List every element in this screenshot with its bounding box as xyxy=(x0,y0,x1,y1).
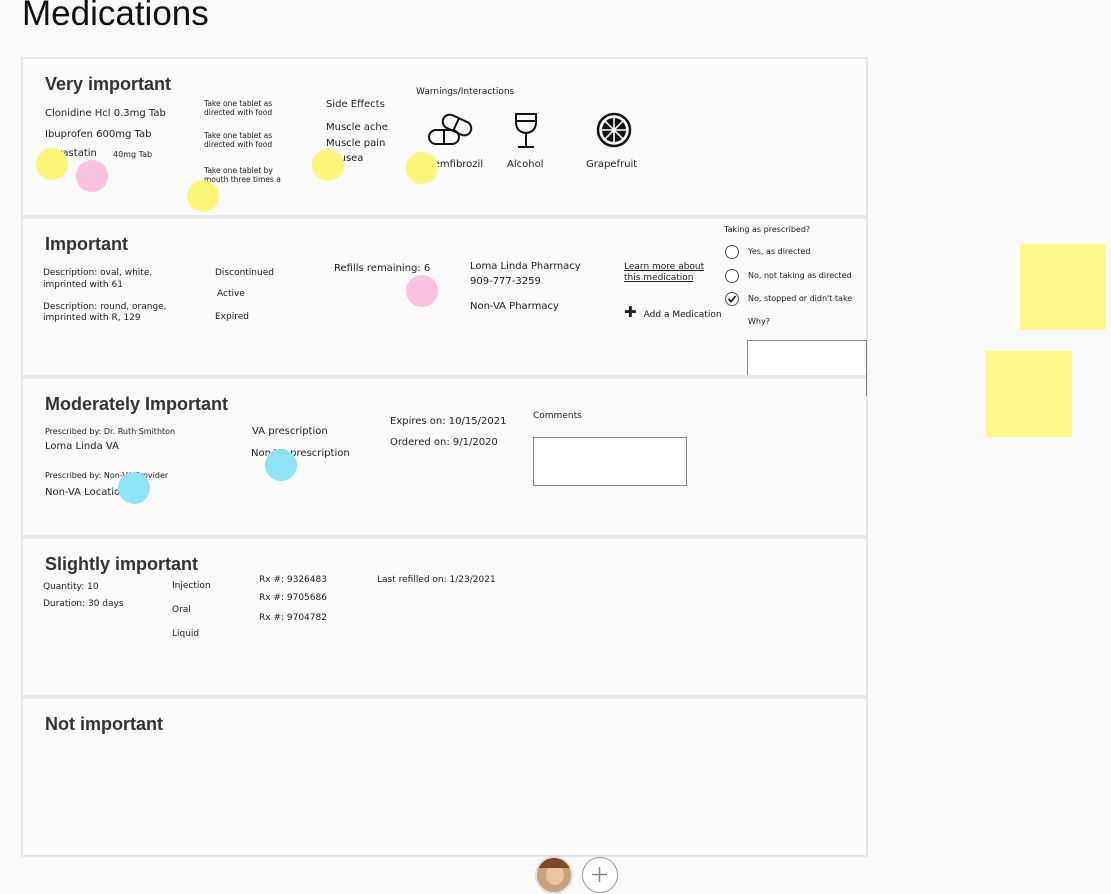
description-line: imprinted with 61 xyxy=(43,280,123,290)
add-medication-button[interactable]: ✚ Add a Medication xyxy=(624,302,722,321)
route: Injection xyxy=(172,581,211,591)
instruction-line: Take one tablet by xyxy=(204,166,273,175)
pink-vote-dot[interactable] xyxy=(406,275,438,307)
instruction-line: Take one tablet as xyxy=(204,99,273,108)
instruction-line: directed with food xyxy=(204,140,273,149)
page-title: Medications xyxy=(22,0,209,33)
section-title-very-important: Very important xyxy=(45,74,172,94)
comments-label: Comments xyxy=(533,411,582,421)
learn-more-link[interactable]: this medication xyxy=(624,273,694,283)
yellow-vote-dot[interactable] xyxy=(36,148,68,180)
prescribed-by: Prescribed by: Dr. Ruth Smithton xyxy=(45,427,176,436)
ordered-on: Ordered on: 9/1/2020 xyxy=(390,437,498,448)
learn-more-link[interactable]: Learn more about xyxy=(624,262,704,272)
non-va-pharmacy: Non-VA Pharmacy xyxy=(470,301,559,312)
comments-textbox[interactable] xyxy=(533,437,687,486)
route: Liquid xyxy=(172,629,200,639)
warning-item: Grapefruit xyxy=(586,159,638,170)
last-refilled: Last refilled on: 1/23/2021 xyxy=(377,575,496,585)
section-title-important: Important xyxy=(45,234,128,254)
rx-number: Rx #: 9704782 xyxy=(259,613,327,623)
status-text: Discontinued xyxy=(215,268,274,278)
description-line: Description: round, orange, xyxy=(43,302,167,312)
expires-on: Expires on: 10/15/2021 xyxy=(390,416,507,427)
sticky-note[interactable] xyxy=(986,351,1072,437)
add-collaborator-button[interactable] xyxy=(582,857,618,893)
avatar[interactable] xyxy=(535,856,573,894)
section-title-slightly-important: Slightly important xyxy=(45,554,198,574)
radio-stopped-or-didnt-take[interactable] xyxy=(725,292,739,306)
description-line: imprinted with R, 129 xyxy=(43,313,141,323)
checkmark-icon xyxy=(727,295,737,303)
rx-type: VA prescription xyxy=(252,426,328,437)
route: Oral xyxy=(172,605,191,615)
status-text: Expired xyxy=(215,312,249,322)
quantity: Quantity: 10 xyxy=(43,582,99,592)
wine-glass-icon xyxy=(515,113,537,148)
radio-label: No, stopped or didn't take xyxy=(748,294,853,303)
radio-label: No, not taking as directed xyxy=(748,271,852,280)
med-name: Clonidine Hcl 0.3mg Tab xyxy=(45,108,166,119)
refills-remaining: Refills remaining: 6 xyxy=(334,263,431,274)
section-title-moderately-important: Moderately Important xyxy=(45,394,229,414)
prescribed-by: Prescribed by: Non-VA Provider xyxy=(45,471,169,480)
section-title-not-important: Not important xyxy=(45,714,163,734)
description-line: Description: oval, white, xyxy=(43,268,153,278)
yellow-vote-dot[interactable] xyxy=(312,149,344,181)
status-text: Active xyxy=(217,289,245,299)
section-important xyxy=(23,215,866,377)
side-effects-label: Side Effects xyxy=(326,99,385,110)
location: Loma Linda VA xyxy=(45,441,119,452)
radio-yes-as-directed[interactable] xyxy=(725,245,739,259)
radio-label: Yes, as directed xyxy=(748,247,811,256)
warning-item: Alcohol xyxy=(507,159,544,170)
instruction-line: mouth three times a xyxy=(204,175,281,184)
pharmacy-name: Loma Linda Pharmacy xyxy=(470,261,581,272)
pharmacy-phone: 909-777-3259 xyxy=(470,276,541,287)
radio-not-taking-as-directed[interactable] xyxy=(725,269,739,283)
taking-as-prescribed-label: Taking as prescribed? xyxy=(724,225,811,234)
instruction-line: directed with food xyxy=(204,108,273,117)
plus-icon xyxy=(592,867,607,882)
med-dose: 40mg Tab xyxy=(113,150,153,159)
rx-number: Rx #: 9705686 xyxy=(259,593,327,603)
instruction-line: Take one tablet as xyxy=(204,131,273,140)
yellow-vote-dot[interactable] xyxy=(187,180,219,212)
add-medication-label: Add a Medication xyxy=(643,310,722,320)
med-name: Ibuprofen 600mg Tab xyxy=(45,129,152,140)
plus-icon: ✚ xyxy=(624,303,637,321)
blue-vote-dot[interactable] xyxy=(265,449,297,481)
warnings-label: Warnings/Interactions xyxy=(416,87,515,97)
side-effect: Muscle pain xyxy=(326,138,386,149)
blue-vote-dot[interactable] xyxy=(118,472,150,504)
grapefruit-icon xyxy=(596,112,632,148)
location: Non-VA Location xyxy=(45,487,127,498)
pink-vote-dot[interactable] xyxy=(76,160,108,192)
yellow-vote-dot[interactable] xyxy=(406,152,438,184)
duration: Duration: 30 days xyxy=(43,599,124,609)
pill-icon xyxy=(428,113,473,145)
why-label: Why? xyxy=(748,317,770,326)
rx-number: Rx #: 9326483 xyxy=(259,575,327,585)
side-effect: Muscle ache xyxy=(326,122,388,133)
sticky-note[interactable] xyxy=(1020,244,1106,330)
